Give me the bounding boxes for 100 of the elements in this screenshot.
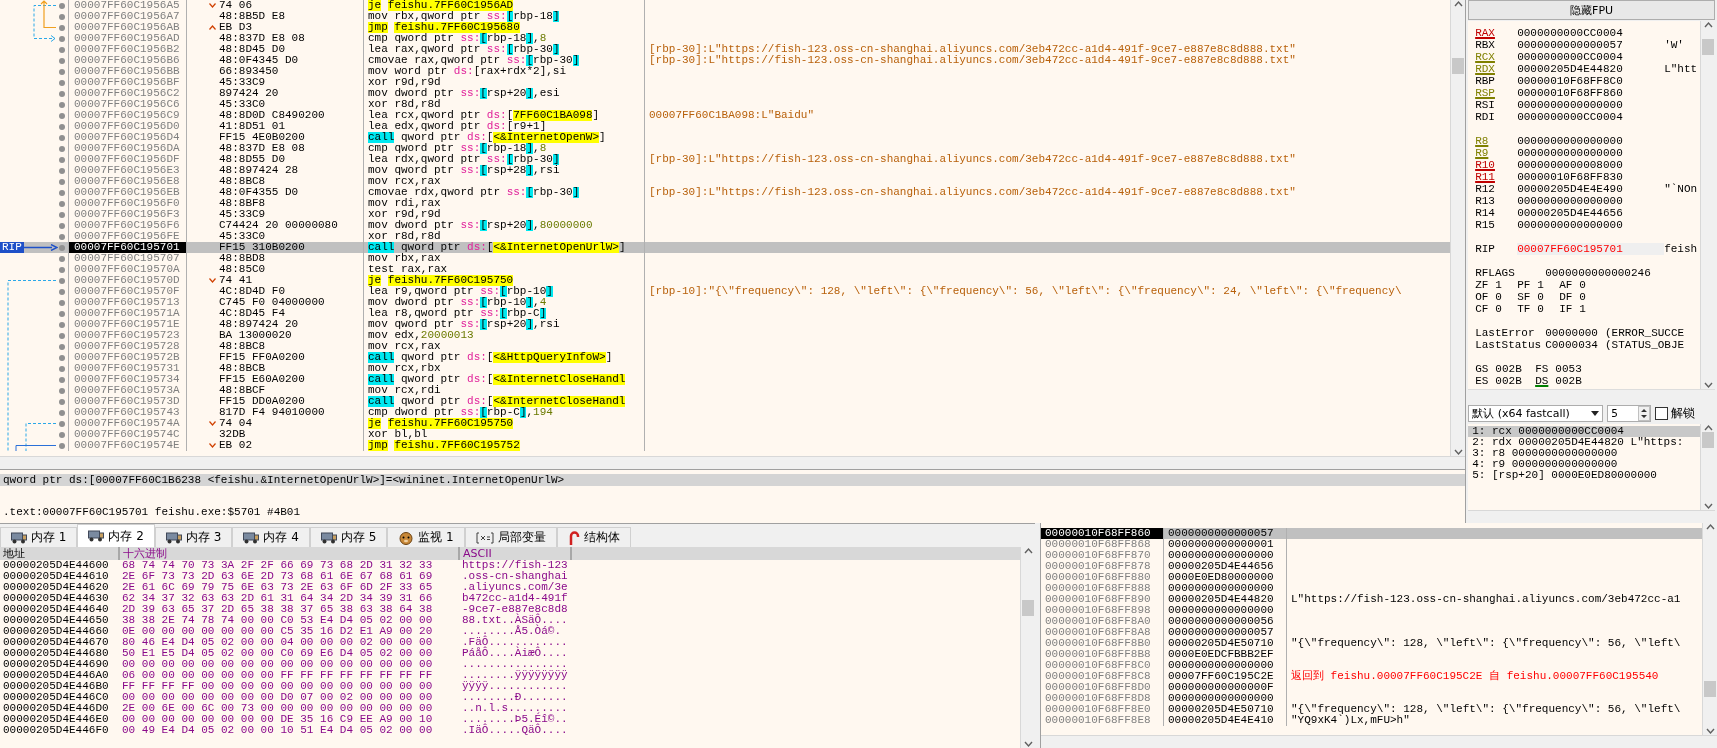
scroll-up-icon[interactable] — [1703, 424, 1713, 432]
register-value[interactable]: 00000205D4E4E490 — [1517, 183, 1665, 195]
address-cell[interactable]: 00007FF60C19571A — [68, 308, 187, 319]
breakpoint-dot[interactable] — [59, 156, 65, 163]
scrollbar-thumb[interactable] — [1702, 39, 1714, 55]
register-value[interactable]: 0000000000CC0004 — [1517, 111, 1665, 123]
breakpoint-dot[interactable] — [59, 266, 65, 273]
scroll-down-icon[interactable] — [1023, 740, 1033, 748]
breakpoint-dot[interactable] — [59, 233, 65, 240]
scroll-down-icon[interactable] — [1703, 502, 1713, 510]
register-value[interactable]: 0000000000008000 — [1517, 159, 1665, 171]
vertical-scrollbar[interactable] — [1702, 523, 1717, 735]
address-cell[interactable]: 00007FF60C1956AB — [68, 22, 187, 33]
breakpoint-dot[interactable] — [59, 57, 65, 64]
watch-tab[interactable]: 监视 1 — [387, 527, 465, 547]
register-value[interactable]: C0000034 — [1545, 339, 1598, 351]
address-cell[interactable]: 00000010F68FF898 — [1041, 605, 1164, 616]
address-cell[interactable]: 00007FF60C1956AD — [68, 33, 187, 44]
address-cell[interactable]: 00000010F68FF8C0 — [1041, 660, 1164, 671]
register-value[interactable]: 0000000000CC0004 — [1517, 27, 1665, 39]
breakpoint-dot[interactable] — [59, 222, 65, 229]
breakpoint-dot[interactable] — [59, 277, 65, 284]
register-name[interactable]: R13 — [1475, 195, 1518, 207]
breakpoint-dot[interactable] — [59, 442, 65, 449]
address-cell[interactable]: 00007FF60C1956A7 — [68, 11, 187, 22]
breakpoint-dot[interactable] — [59, 189, 65, 196]
register-name[interactable]: R15 — [1475, 219, 1518, 231]
scrollbar-thumb[interactable] — [1702, 432, 1714, 448]
address-cell[interactable]: 00007FF60C1956DA — [68, 143, 187, 154]
address-cell[interactable]: 00007FF60C19570F — [68, 286, 187, 297]
breakpoint-dot[interactable] — [59, 255, 65, 262]
breakpoint-dot[interactable] — [59, 200, 65, 207]
argument-count-spinbox[interactable]: 5 — [1607, 404, 1652, 422]
address-cell[interactable]: 00007FF60C1956F3 — [68, 209, 187, 220]
breakpoint-dot[interactable] — [59, 420, 65, 427]
register-name[interactable]: R12 — [1475, 183, 1518, 195]
address-cell[interactable]: 00007FF60C19573D — [68, 396, 187, 407]
register-value[interactable]: 0000000000CC0004 — [1517, 51, 1665, 63]
breakpoint-dot[interactable] — [59, 387, 65, 394]
address-cell[interactable]: 00007FF60C1956A5 — [68, 0, 187, 11]
scrollbar-thumb[interactable] — [1704, 681, 1716, 697]
flag-value[interactable]: 0 — [1495, 303, 1502, 315]
struct-tab[interactable]: 结构体 — [556, 527, 631, 547]
address-cell[interactable]: 00007FF60C19572B — [68, 352, 187, 363]
register-name[interactable]: RSI — [1475, 99, 1518, 111]
flag-value[interactable]: 0 — [1579, 279, 1586, 291]
address-cell[interactable]: 00007FF60C195707 — [68, 253, 187, 264]
address-cell[interactable]: 00007FF60C195723 — [68, 330, 187, 341]
breakpoint-dot[interactable] — [59, 134, 65, 141]
breakpoint-dot[interactable] — [59, 35, 65, 42]
register-value[interactable]: 0000000000000000 — [1517, 147, 1665, 159]
vertical-scrollbar[interactable] — [1700, 21, 1715, 389]
flag-value[interactable]: 0 — [1495, 291, 1502, 303]
address-cell[interactable]: 00000010F68FF878 — [1041, 561, 1164, 572]
address-cell[interactable]: 00007FF60C1956D0 — [68, 121, 187, 132]
breakpoint-dot[interactable] — [59, 398, 65, 405]
register-value[interactable]: 00000205D4E44656 — [1517, 207, 1665, 219]
breakpoint-dot[interactable] — [59, 46, 65, 53]
address-cell[interactable]: 00007FF60C1956C9 — [68, 110, 187, 121]
flag-value[interactable]: 0 — [1579, 291, 1586, 303]
breakpoint-dot[interactable] — [59, 332, 65, 339]
breakpoint-dot[interactable] — [59, 244, 65, 251]
breakpoint-dot[interactable] — [59, 310, 65, 317]
breakpoint-dot[interactable] — [59, 365, 65, 372]
register-value[interactable]: 00000010F68FF860 — [1517, 87, 1665, 99]
memory-tab[interactable]: 内存 2 — [77, 524, 155, 547]
memory-tab[interactable]: 内存 1 — [0, 527, 78, 547]
address-cell[interactable]: 00000010F68FF860 — [1041, 528, 1164, 539]
address-cell[interactable]: 00007FF60C19574A — [68, 418, 187, 429]
register-value[interactable]: 0000000000000057 — [1517, 39, 1665, 51]
address-cell[interactable]: 00000010F68FF8D8 — [1041, 693, 1164, 704]
register-name[interactable]: R11 — [1475, 171, 1518, 183]
register-name[interactable]: RAX — [1475, 27, 1518, 39]
unlock-checkbox[interactable] — [1655, 406, 1669, 420]
address-cell[interactable]: 00007FF60C1956C6 — [68, 99, 187, 110]
register-name[interactable]: RIP — [1475, 243, 1518, 255]
address-cell[interactable]: 00007FF60C1956E8 — [68, 176, 187, 187]
column-header[interactable]: 地址 — [0, 547, 120, 560]
horizontal-scrollbar[interactable] — [1041, 735, 1717, 748]
flag-value[interactable]: 002B — [1495, 363, 1522, 375]
address-cell[interactable]: 00007FF60C1956B6 — [68, 55, 187, 66]
scroll-up-icon[interactable] — [1023, 547, 1033, 555]
memory-tab[interactable]: 内存 5 — [309, 527, 388, 547]
scrollbar-thumb[interactable] — [1022, 600, 1034, 616]
address-cell[interactable]: 00007FF60C19570A — [68, 264, 187, 275]
breakpoint-dot[interactable] — [59, 354, 65, 361]
memory-tab[interactable]: 内存 4 — [232, 527, 310, 547]
argument-row[interactable]: 4: r9 0000000000000000 — [1468, 459, 1700, 470]
breakpoint-dot[interactable] — [59, 13, 65, 20]
flag-value[interactable]: 1 — [1537, 279, 1544, 291]
breakpoint-dot[interactable] — [59, 178, 65, 185]
hide-fpu-button[interactable]: 隐藏FPU — [1468, 0, 1715, 20]
register-value[interactable]: 00000010F68FF8C0 — [1517, 75, 1665, 87]
breakpoint-dot[interactable] — [59, 90, 65, 97]
flag-value[interactable]: 0 — [1537, 291, 1544, 303]
address-cell[interactable]: 00007FF60C1956F0 — [68, 198, 187, 209]
address-cell[interactable]: 00007FF60C195734 — [68, 374, 187, 385]
vertical-scrollbar[interactable] — [1450, 0, 1466, 456]
address-cell[interactable]: 00007FF60C19573A — [68, 385, 187, 396]
address-cell[interactable]: 00000010F68FF8B8 — [1041, 649, 1164, 660]
